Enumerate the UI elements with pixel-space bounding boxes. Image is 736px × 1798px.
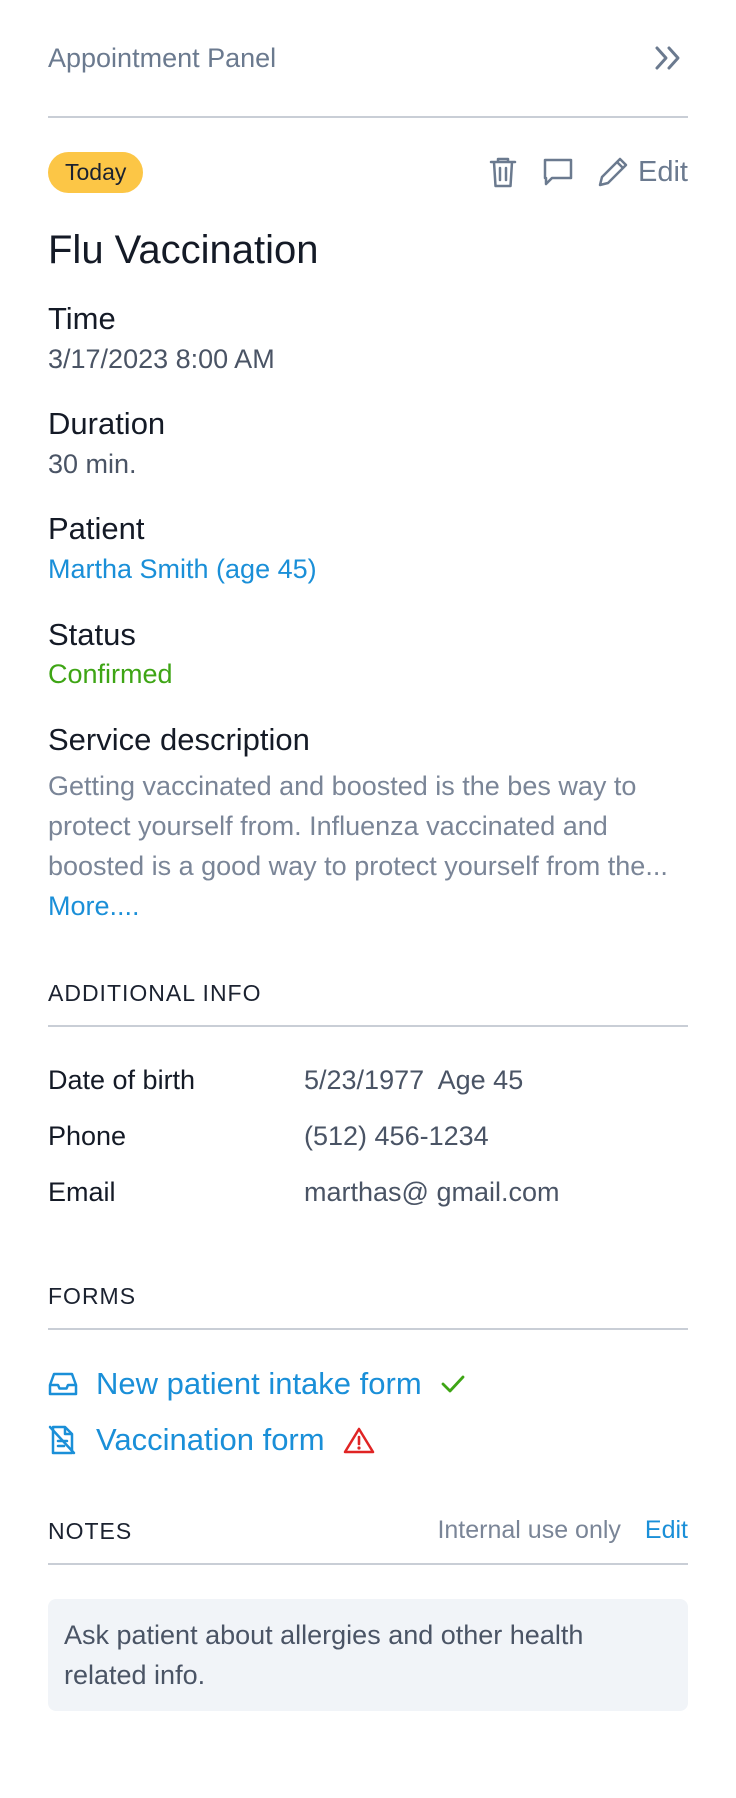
- info-key: Date of birth: [48, 1065, 196, 1095]
- forms-title: FORMS: [48, 1282, 137, 1309]
- additional-info-section: ADDITIONAL INFO Date of birth 5/23/1977 …: [48, 980, 688, 1221]
- edit-appointment-button[interactable]: Edit: [596, 155, 688, 189]
- notes-header: NOTES Internal use only Edit: [48, 1516, 688, 1565]
- appointment-title: Flu Vaccination: [48, 228, 319, 272]
- patient-label: Patient: [48, 511, 145, 547]
- description-line: boosted is a good way to protect yoursel…: [48, 850, 668, 881]
- forms-section: FORMS New patient intake form Vaccinatio…: [48, 1283, 688, 1468]
- notes-actions: Internal use only Edit: [437, 1516, 688, 1545]
- duration-field: Duration 30 min.: [48, 405, 688, 482]
- edit-label: Edit: [638, 155, 688, 188]
- comment-icon: [543, 158, 573, 186]
- additional-info-title: ADDITIONAL INFO: [48, 979, 262, 1006]
- description-line: protect yourself from. Influenza vaccina…: [48, 810, 608, 841]
- time-value: 3/17/2023 8:00 AM: [48, 343, 275, 374]
- toolbar-actions: Edit: [488, 155, 688, 189]
- panel-header: Appointment Panel: [48, 0, 688, 118]
- double-chevron-right-icon: [655, 46, 680, 70]
- warning-icon: [343, 1426, 375, 1454]
- time-field: Time 3/17/2023 8:00 AM: [48, 300, 688, 377]
- today-badge: Today: [48, 151, 144, 193]
- time-label: Time: [48, 301, 116, 336]
- form-item-vaccination[interactable]: Vaccination form: [48, 1412, 688, 1468]
- form-item-intake[interactable]: New patient intake form: [48, 1356, 688, 1412]
- trash-icon: [489, 157, 517, 188]
- appointment-panel: Appointment Panel Today Edit Flu Vaccina…: [0, 0, 736, 1798]
- service-description-label: Service description: [48, 721, 310, 757]
- comment-button[interactable]: [542, 156, 574, 188]
- info-key: Email: [48, 1177, 116, 1207]
- document-off-icon: [48, 1424, 96, 1456]
- notes-hint: Internal use only: [437, 1515, 621, 1544]
- status-label: Status: [48, 616, 136, 652]
- notes-text: Ask patient about allergies and other he…: [64, 1619, 584, 1690]
- notes-section: NOTES Internal use only Edit Ask patient…: [48, 1516, 688, 1711]
- collapse-panel-button[interactable]: [648, 38, 688, 78]
- notes-title: NOTES: [48, 1517, 133, 1544]
- info-row-phone: Phone (512) 456-1234: [48, 1109, 688, 1165]
- status-value: Confirmed: [48, 659, 173, 690]
- more-link[interactable]: More....: [48, 886, 140, 926]
- panel-title: Appointment Panel: [48, 42, 277, 73]
- form-label[interactable]: Vaccination form: [96, 1422, 325, 1458]
- info-value: marthas@ gmail.com: [304, 1177, 560, 1207]
- patient-link[interactable]: Martha Smith (age 45): [48, 551, 688, 587]
- edit-notes-button[interactable]: Edit: [645, 1516, 688, 1545]
- notes-box: Ask patient about allergies and other he…: [48, 1598, 688, 1711]
- info-key: Phone: [48, 1121, 127, 1151]
- status-field: Status Confirmed: [48, 616, 688, 693]
- duration-label: Duration: [48, 406, 166, 442]
- appointment-toolbar: Today Edit: [48, 150, 688, 194]
- additional-info-header: ADDITIONAL INFO: [48, 980, 688, 1027]
- forms-header: FORMS: [48, 1283, 688, 1330]
- additional-info-table: Date of birth 5/23/1977 Age 45 Phone (51…: [48, 1053, 688, 1221]
- inbox-icon: [48, 1371, 96, 1397]
- service-description-field: Service description Getting vaccinated a…: [48, 721, 688, 926]
- service-description-text: Getting vaccinated and boosted is the be…: [48, 766, 688, 886]
- delete-button[interactable]: [488, 155, 518, 189]
- forms-list: New patient intake form Vaccination form: [48, 1356, 688, 1468]
- patient-field: Patient Martha Smith (age 45): [48, 510, 688, 587]
- form-label[interactable]: New patient intake form: [96, 1366, 422, 1402]
- pencil-icon: [598, 157, 628, 187]
- check-icon: [440, 1373, 466, 1395]
- info-row-dob: Date of birth 5/23/1977 Age 45: [48, 1053, 688, 1109]
- info-row-email: Email marthas@ gmail.com: [48, 1165, 688, 1221]
- duration-value: 30 min.: [48, 448, 137, 479]
- description-line: Getting vaccinated and boosted is the be…: [48, 770, 637, 801]
- info-value: 5/23/1977 Age 45: [304, 1065, 524, 1095]
- info-value: (512) 456-1234: [304, 1121, 489, 1151]
